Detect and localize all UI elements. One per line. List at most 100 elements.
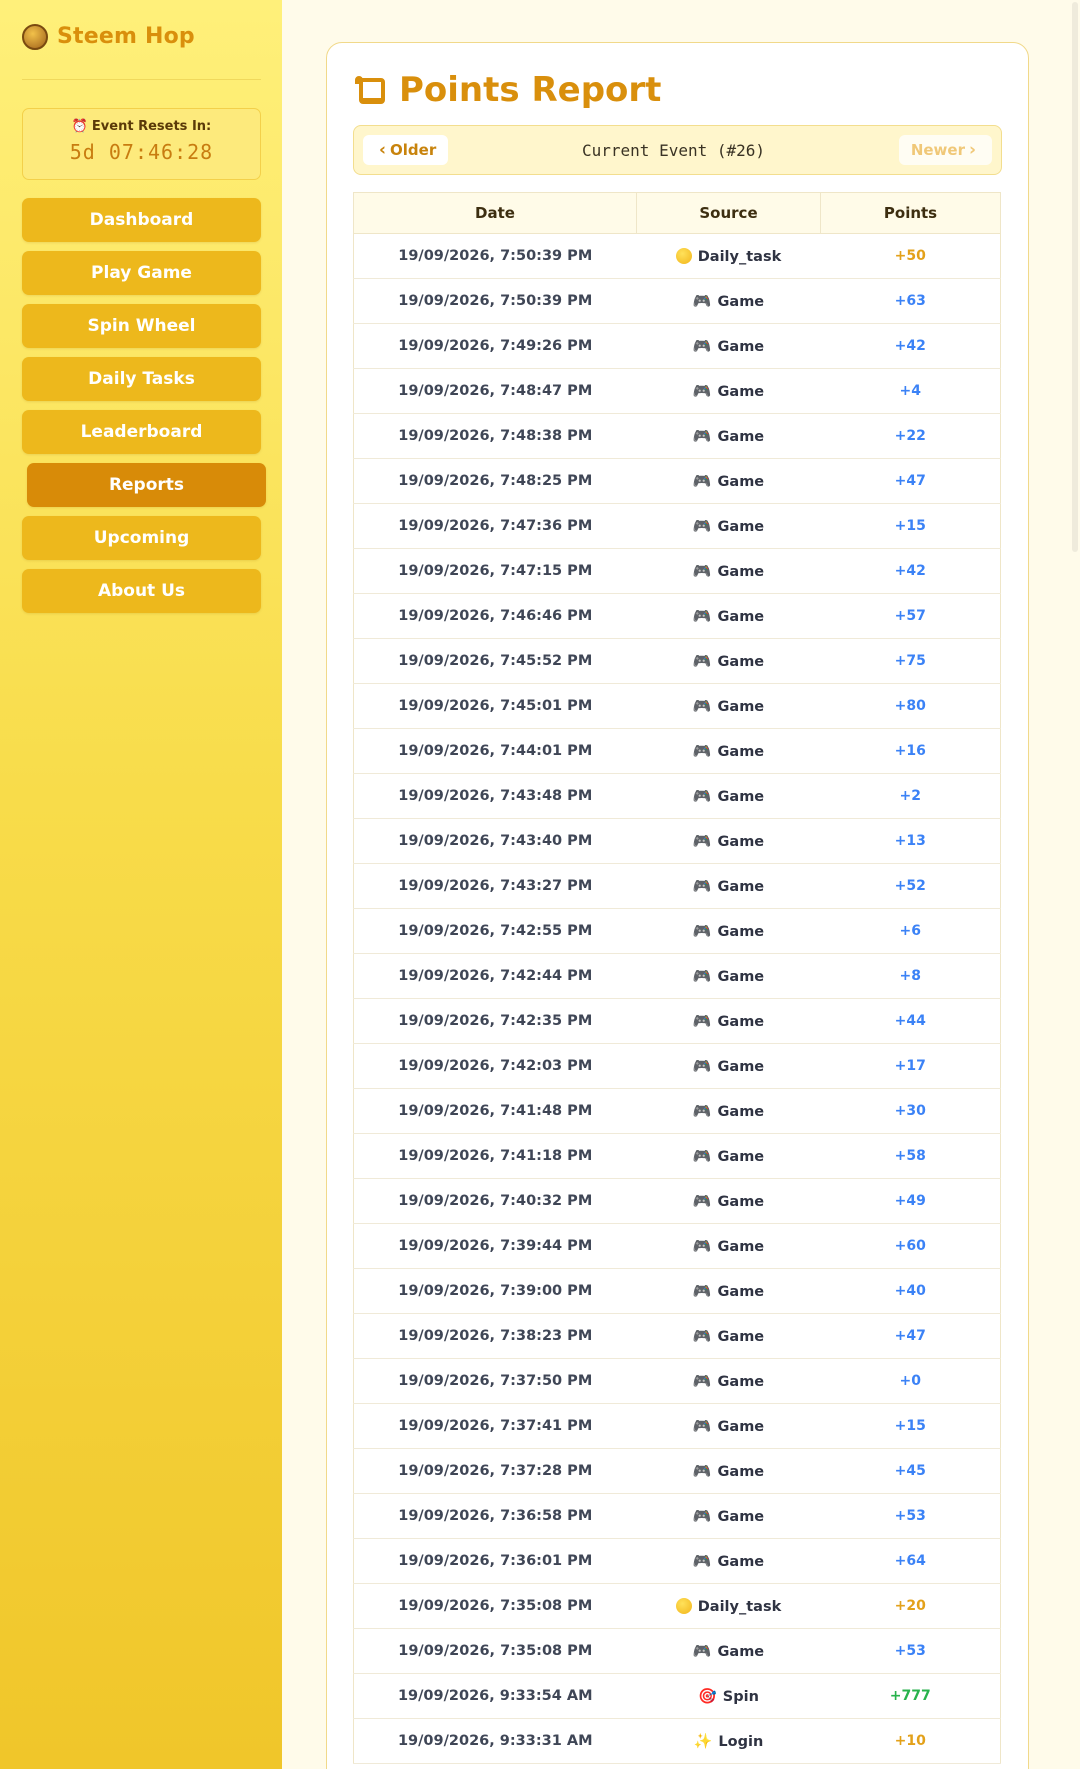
cell-points: +49 (820, 1178, 1001, 1224)
cell-points: +16 (820, 728, 1001, 774)
sidebar-item-label: Leaderboard (80, 422, 203, 442)
gamepad-icon: 🎮 (692, 1237, 712, 1255)
sidebar-item-label: Daily Tasks (88, 369, 195, 389)
source-label: Login (718, 1734, 764, 1750)
cell-source: 🎮 Game (636, 1088, 821, 1134)
gamepad-icon: 🎮 (692, 607, 712, 625)
sidebar-item-play-game[interactable]: Play Game (22, 251, 261, 295)
gamepad-icon: 🎮 (692, 1102, 712, 1120)
cell-points: +60 (820, 1223, 1001, 1269)
gamepad-icon: 🎮 (692, 967, 712, 985)
newer-button[interactable]: Newer › (898, 135, 992, 165)
cell-date: 19/09/2026, 7:36:01 PM (353, 1538, 637, 1584)
column-header-points[interactable]: Points (820, 192, 1001, 234)
column-header-source[interactable]: Source (636, 192, 821, 234)
cell-points: +15 (820, 1403, 1001, 1449)
cell-date: 19/09/2026, 7:37:41 PM (353, 1403, 637, 1449)
source-label: Game (717, 1374, 765, 1390)
source-label: Game (717, 744, 765, 760)
brand-title: Steem Hop (57, 24, 195, 49)
cell-source: 🎮 Game (636, 458, 821, 504)
cell-date: 19/09/2026, 7:49:26 PM (353, 323, 637, 369)
cell-source: 🎮 Game (636, 683, 821, 729)
table-row: 19/09/2026, 7:48:25 PM 🎮 Game +47 (353, 458, 1001, 504)
cell-date: 19/09/2026, 7:37:28 PM (353, 1448, 637, 1494)
source-label: Spin (722, 1689, 759, 1705)
table-row: 19/09/2026, 7:43:27 PM 🎮 Game +52 (353, 863, 1001, 909)
points-table: Date Source Points 19/09/2026, 7:50:39 P… (353, 192, 1001, 1764)
target-icon: 🎯 (698, 1687, 717, 1705)
column-header-date[interactable]: Date (353, 192, 637, 234)
table-row: 19/09/2026, 7:42:03 PM 🎮 Game +17 (353, 1043, 1001, 1089)
source-label: Game (717, 1644, 765, 1660)
cell-source: 🎮 Game (636, 998, 821, 1044)
timer-label-row: ⏰ Event Resets In: (23, 119, 260, 134)
cell-points: +17 (820, 1043, 1001, 1089)
cell-source: 🎮 Game (636, 1133, 821, 1179)
cell-source: 🎮 Game (636, 638, 821, 684)
cell-source: 🎮 Game (636, 1403, 821, 1449)
older-button-label: Older (390, 141, 437, 159)
source-label: Game (717, 1014, 765, 1030)
table-row: 19/09/2026, 7:37:50 PM 🎮 Game +0 (353, 1358, 1001, 1404)
source-label: Game (717, 1149, 765, 1165)
table-row: 19/09/2026, 7:38:23 PM 🎮 Game +47 (353, 1313, 1001, 1359)
coin-icon (675, 1597, 692, 1614)
cell-points: +50 (820, 233, 1001, 279)
cell-date: 19/09/2026, 7:50:39 PM (353, 233, 637, 279)
cell-points: +64 (820, 1538, 1001, 1584)
table-row: 19/09/2026, 7:37:28 PM 🎮 Game +45 (353, 1448, 1001, 1494)
cell-points: +8 (820, 953, 1001, 999)
page-scrollbar[interactable] (1072, 2, 1078, 552)
cell-source: 🎮 Game (636, 863, 821, 909)
sidebar-item-reports[interactable]: Reports (27, 463, 266, 507)
gamepad-icon: 🎮 (692, 877, 712, 895)
cell-points: +47 (820, 458, 1001, 504)
source-label: Daily_task (697, 248, 782, 265)
cell-date: 19/09/2026, 7:48:47 PM (353, 368, 637, 414)
table-row: 19/09/2026, 7:43:48 PM 🎮 Game +2 (353, 773, 1001, 819)
cell-source: 🎮 Game (636, 548, 821, 594)
gamepad-icon: 🎮 (692, 742, 712, 760)
table-row: 19/09/2026, 7:48:38 PM 🎮 Game +22 (353, 413, 1001, 459)
sidebar-item-daily-tasks[interactable]: Daily Tasks (22, 357, 261, 401)
cell-points: +42 (820, 548, 1001, 594)
cell-date: 19/09/2026, 7:38:23 PM (353, 1313, 637, 1359)
sidebar-item-leaderboard[interactable]: Leaderboard (22, 410, 261, 454)
cell-source: 🎮 Game (636, 1223, 821, 1269)
source-label: Game (717, 1554, 765, 1570)
cell-points: +4 (820, 368, 1001, 414)
cell-source: Daily_task (636, 1583, 821, 1629)
cell-date: 19/09/2026, 7:42:35 PM (353, 998, 637, 1044)
source-label: Game (717, 1194, 765, 1210)
timer-label: Event Resets In: (91, 119, 212, 134)
source-label: Game (717, 654, 765, 670)
cell-source: 🎯 Spin (636, 1673, 821, 1719)
cell-date: 19/09/2026, 7:44:01 PM (353, 728, 637, 774)
alarm-clock-icon: ⏰ (71, 119, 88, 134)
current-event-label: Current Event (#26) (582, 140, 766, 160)
cell-points: +15 (820, 503, 1001, 549)
cell-points: +2 (820, 773, 1001, 819)
sidebar-item-upcoming[interactable]: Upcoming (22, 516, 261, 560)
sidebar-item-label: Reports (108, 475, 185, 495)
sidebar-item-about-us[interactable]: About Us (22, 569, 261, 613)
older-button[interactable]: ‹ Older (363, 135, 449, 165)
cell-points: +45 (820, 1448, 1001, 1494)
source-label: Game (717, 564, 765, 580)
gamepad-icon: 🎮 (692, 922, 712, 940)
cell-date: 19/09/2026, 7:36:58 PM (353, 1493, 637, 1539)
cell-source: 🎮 Game (636, 818, 821, 864)
brand[interactable]: Steem Hop (22, 20, 261, 80)
cell-source: 🎮 Game (636, 413, 821, 459)
gamepad-icon: 🎮 (692, 292, 712, 310)
sidebar-item-spin-wheel[interactable]: Spin Wheel (22, 304, 261, 348)
cell-source: 🎮 Game (636, 1358, 821, 1404)
cell-points: +40 (820, 1268, 1001, 1314)
brand-logo-icon (22, 23, 48, 50)
cell-points: +58 (820, 1133, 1001, 1179)
cell-date: 19/09/2026, 7:43:48 PM (353, 773, 637, 819)
cell-source: 🎮 Game (636, 1268, 821, 1314)
sidebar-item-dashboard[interactable]: Dashboard (22, 198, 261, 242)
table-row: 19/09/2026, 7:49:26 PM 🎮 Game +42 (353, 323, 1001, 369)
